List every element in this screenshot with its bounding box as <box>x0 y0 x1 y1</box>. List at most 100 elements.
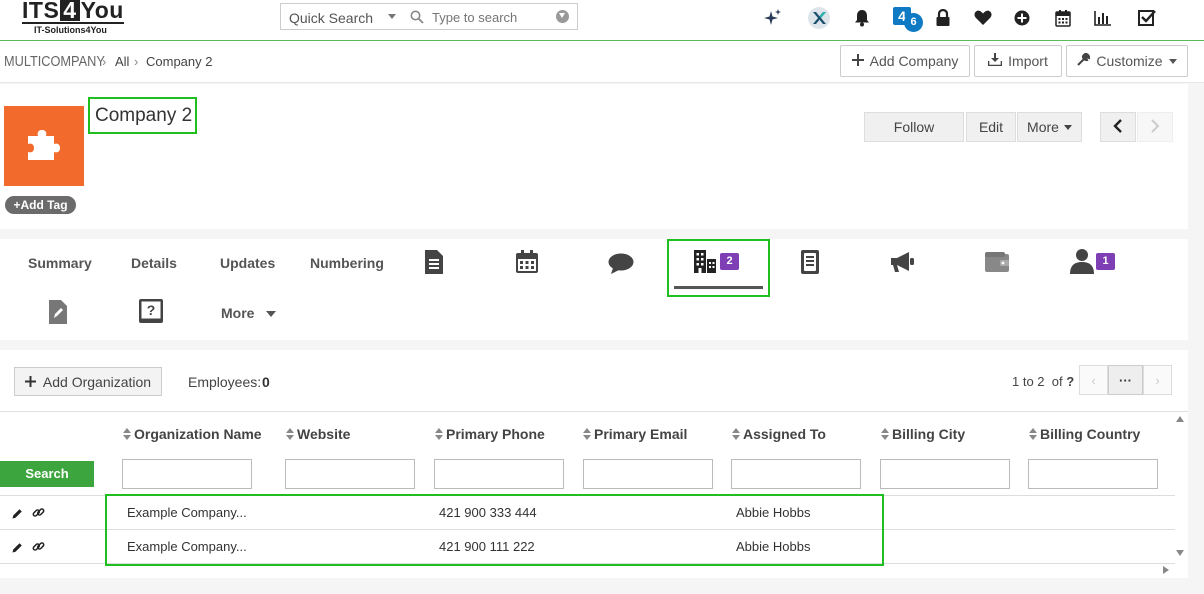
tab-summary[interactable]: Summary <box>28 255 92 271</box>
megaphone-icon[interactable] <box>888 247 918 277</box>
sort-icon <box>732 428 740 440</box>
plus-icon <box>24 374 36 390</box>
puzzle-icon <box>24 124 64 169</box>
filter-billing-city-input[interactable] <box>880 459 1010 489</box>
unlink-icon[interactable] <box>32 506 45 524</box>
filter-billing-country-input[interactable] <box>1028 459 1158 489</box>
document-edit-icon[interactable] <box>43 297 73 327</box>
page-jump-button[interactable]: ··· <box>1108 365 1143 395</box>
add-tag-button[interactable]: +Add Tag <box>5 196 76 214</box>
column-header-organization-name[interactable]: Organization Name <box>123 426 262 442</box>
heart-icon[interactable] <box>972 7 994 29</box>
app-x-icon[interactable] <box>806 5 832 31</box>
calendar-icon[interactable] <box>512 247 542 277</box>
record-header: Company 2 +Add Tag Follow Edit More <box>0 84 1188 229</box>
organizations-count-badge: 2 <box>720 253 739 270</box>
search-button[interactable]: Search <box>0 461 94 487</box>
pagination-total[interactable]: ? <box>1066 374 1074 389</box>
filter-website-input[interactable] <box>285 459 415 489</box>
more-label: More <box>1027 119 1059 135</box>
lock-icon[interactable] <box>932 7 954 29</box>
column-header-billing-city[interactable]: Billing City <box>881 426 965 442</box>
logo-text: ITS 4 You <box>22 0 124 23</box>
sparkle-icon[interactable] <box>762 7 784 29</box>
filter-primary-phone-input[interactable] <box>434 459 564 489</box>
caret-down-icon <box>266 311 277 318</box>
global-search <box>401 3 578 30</box>
current-record-crumb: Company 2 <box>146 54 213 69</box>
add-circle-icon[interactable] <box>1011 7 1033 29</box>
column-header-billing-country[interactable]: Billing Country <box>1029 426 1140 442</box>
building-icon <box>690 246 720 276</box>
previous-record-button[interactable] <box>1100 112 1136 142</box>
column-header-primary-phone[interactable]: Primary Phone <box>435 426 545 442</box>
filter-organization-name-input[interactable] <box>122 459 252 489</box>
more-actions-dropdown[interactable]: More <box>1017 112 1082 142</box>
its4you-logo[interactable]: ITS 4 You IT-Solutions4You <box>22 0 124 38</box>
filter-primary-email-input[interactable] <box>583 459 713 489</box>
table-header: Organization Name Website Primary Phone … <box>0 413 1175 453</box>
tab-numbering[interactable]: Numbering <box>310 255 384 271</box>
next-record-button[interactable] <box>1137 112 1173 142</box>
tab-details[interactable]: Details <box>131 255 177 271</box>
pagination-info: 1 to 2 of ? <box>1012 374 1074 389</box>
filter-assigned-to-input[interactable] <box>731 459 861 489</box>
employees-value: 0 <box>262 374 270 390</box>
sort-icon <box>286 428 294 440</box>
customize-dropdown[interactable]: Customize <box>1066 45 1188 77</box>
import-button[interactable]: Import <box>974 45 1062 77</box>
edit-pencil-icon[interactable] <box>12 540 23 558</box>
caret-down-icon <box>1168 58 1177 64</box>
plus-icon <box>851 53 864 69</box>
tab-updates[interactable]: Updates <box>220 255 275 271</box>
scroll-down-arrow[interactable] <box>1176 550 1184 556</box>
column-label: Website <box>297 426 351 442</box>
module-name-link[interactable]: MULTICOMPANY <box>4 53 105 70</box>
follow-button[interactable]: Follow <box>864 112 964 142</box>
reports-chart-icon[interactable] <box>1092 7 1114 29</box>
next-page-button[interactable]: › <box>1143 365 1172 395</box>
edit-pencil-icon[interactable] <box>12 506 23 524</box>
svg-text:?: ? <box>147 302 156 318</box>
contact-person-icon[interactable] <box>1067 246 1097 276</box>
column-header-primary-email[interactable]: Primary Email <box>583 426 687 442</box>
sort-icon <box>583 428 591 440</box>
quick-search-dropdown[interactable]: Quick Search <box>280 3 402 30</box>
scroll-right-arrow[interactable] <box>1163 566 1169 574</box>
prev-page-button[interactable]: ‹ <box>1079 365 1108 395</box>
column-header-website[interactable]: Website <box>286 426 350 442</box>
edit-label: Edit <box>978 119 1004 135</box>
add-company-label: Add Company <box>869 53 959 69</box>
comment-icon[interactable] <box>606 249 636 279</box>
tab-more[interactable]: More <box>221 305 277 321</box>
edit-button[interactable]: Edit <box>966 112 1016 142</box>
search-input[interactable] <box>432 7 552 27</box>
record-avatar <box>4 106 84 186</box>
bell-icon[interactable] <box>851 7 873 29</box>
invoice-icon[interactable] <box>795 247 825 277</box>
wrench-icon <box>1077 52 1091 69</box>
add-organization-button[interactable]: Add Organization <box>14 367 162 396</box>
logo-subtitle: IT-Solutions4You <box>34 25 107 35</box>
tasks-check-icon[interactable] <box>1136 7 1158 29</box>
column-header-assigned-to[interactable]: Assigned To <box>732 426 826 442</box>
employees-label: Employees: <box>188 374 262 390</box>
calendar-icon[interactable] <box>1052 7 1074 29</box>
column-label: Assigned To <box>743 426 826 442</box>
record-title: Company 2 <box>88 97 197 134</box>
active-tab-indicator <box>674 286 763 289</box>
unlink-icon[interactable] <box>32 540 45 558</box>
search-options-icon[interactable] <box>556 10 569 23</box>
scroll-up-arrow[interactable] <box>1176 416 1184 422</box>
filter-all-link[interactable]: All <box>115 54 129 69</box>
help-book-icon[interactable]: ? <box>136 296 166 326</box>
download-icon <box>987 53 1003 69</box>
documents-icon[interactable] <box>419 247 449 277</box>
wallet-icon[interactable] <box>982 247 1012 277</box>
chevron-right-icon: › <box>102 54 107 69</box>
add-organization-label: Add Organization <box>42 373 152 390</box>
sort-icon <box>123 428 131 440</box>
customize-label: Customize <box>1096 53 1163 69</box>
search-icon <box>410 10 424 29</box>
add-company-button[interactable]: Add Company <box>840 45 970 77</box>
